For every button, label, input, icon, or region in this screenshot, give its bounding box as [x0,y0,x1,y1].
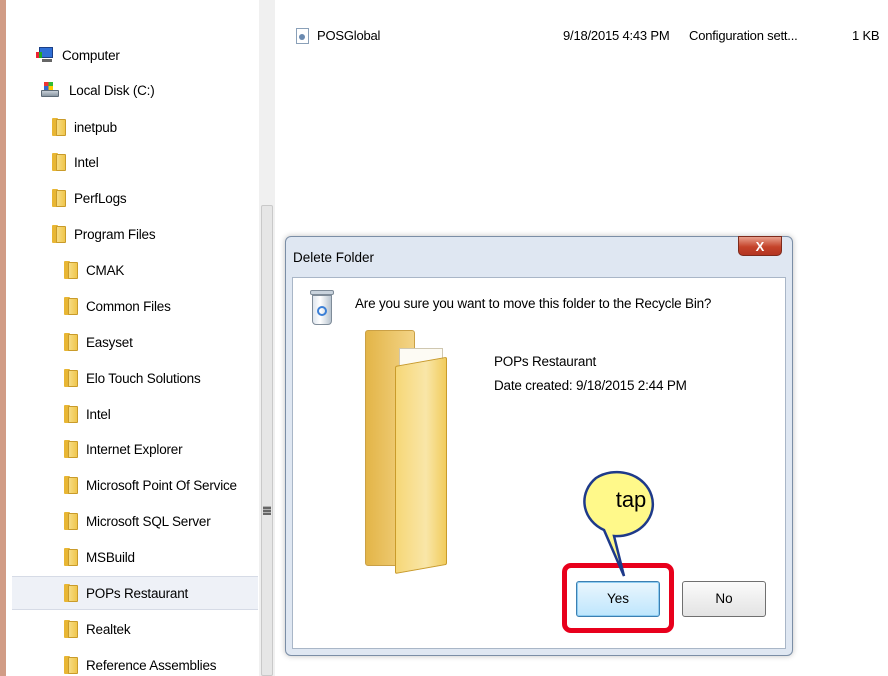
tree-item-msbuild[interactable]: MSBuild [12,540,258,574]
tree-item-label: CMAK [86,262,125,278]
tree-item-label: Intel [86,406,111,422]
tree-item-computer[interactable]: Computer [12,38,258,72]
tree-item-label: Intel [74,154,99,170]
tree-item-microsoft-sql-server[interactable]: Microsoft SQL Server [12,504,258,538]
folder-icon [64,369,78,387]
tree-item-perflogs[interactable]: PerfLogs [12,181,258,215]
tree-item-program-files[interactable]: Program Files [12,217,258,251]
close-button[interactable]: X [738,236,782,256]
folder-icon [52,225,66,243]
folder-icon [52,189,66,207]
folder-icon [64,297,78,315]
file-type: Configuration sett... [689,28,798,43]
tree-item-label: inetpub [74,119,117,135]
tree-item-label: Reference Assemblies [86,657,217,673]
tree-item-label: Internet Explorer [86,441,183,457]
navigation-pane: Computer Local Disk (C:) inetpub Intel P… [12,0,260,676]
folder-icon [64,620,78,638]
tree-item-inetpub[interactable]: inetpub [12,110,258,144]
scroll-grip-icon: ▬ ▬ ▬ [263,502,271,517]
file-row[interactable]: POSGlobal 9/18/2015 4:43 PM Configuratio… [275,24,888,48]
tree-item-label: Microsoft Point Of Service [86,477,237,493]
folder-icon [52,153,66,171]
tree-item-common-files[interactable]: Common Files [12,289,258,323]
tree-item-microsoft-point-of-service[interactable]: Microsoft Point Of Service [12,468,258,502]
tree-item-intel-2[interactable]: Intel [12,397,258,431]
tree-item-easyset[interactable]: Easyset [12,325,258,359]
folder-date-created: Date created: 9/18/2015 2:44 PM [494,378,687,393]
tree-item-label: MSBuild [86,549,135,565]
file-date-modified: 9/18/2015 4:43 PM [563,28,670,43]
folder-icon [64,656,78,674]
folder-icon [365,330,455,574]
tree-item-local-disk[interactable]: Local Disk (C:) [12,73,258,107]
tree-item-label: Computer [62,47,120,63]
tree-item-label: PerfLogs [74,190,127,206]
tree-item-pops-restaurant[interactable]: POPs Restaurant [12,576,258,610]
nav-scrollbar-thumb[interactable] [261,205,273,676]
confirm-message: Are you sure you want to move this folde… [355,296,712,311]
tree-item-cmak[interactable]: CMAK [12,253,258,287]
tree-item-label: Local Disk (C:) [69,82,155,98]
computer-icon [36,47,54,63]
tree-item-label: Easyset [86,334,133,350]
folder-icon [64,584,78,602]
tree-item-label: Microsoft SQL Server [86,513,211,529]
dialog-title: Delete Folder [293,250,375,265]
folder-icon [64,548,78,566]
local-disk-icon [41,82,61,98]
tree-item-label: Elo Touch Solutions [86,370,201,386]
tree-item-label: Program Files [74,226,156,242]
tree-item-label: Common Files [86,298,171,314]
file-name: POSGlobal [317,28,381,43]
tree-item-label: POPs Restaurant [86,585,189,601]
folder-icon [64,476,78,494]
config-file-icon [296,28,309,44]
folder-icon [64,333,78,351]
tree-item-reference-assemblies[interactable]: Reference Assemblies [12,648,258,676]
folder-icon [64,405,78,423]
tree-item-realtek[interactable]: Realtek [12,612,258,646]
tree-item-label: Realtek [86,621,131,637]
folder-icon [64,512,78,530]
tap-callout-text: tap [615,487,647,512]
folder-name: POPs Restaurant [494,354,597,369]
no-button[interactable]: No [682,581,766,617]
tree-item-internet-explorer[interactable]: Internet Explorer [12,432,258,466]
tree-item-intel[interactable]: Intel [12,145,258,179]
recycle-bin-icon [309,290,335,326]
tree-item-elo-touch-solutions[interactable]: Elo Touch Solutions [12,361,258,395]
folder-icon [64,440,78,458]
folder-icon [52,118,66,136]
file-size: 1 KB [852,28,880,43]
folder-icon [64,261,78,279]
